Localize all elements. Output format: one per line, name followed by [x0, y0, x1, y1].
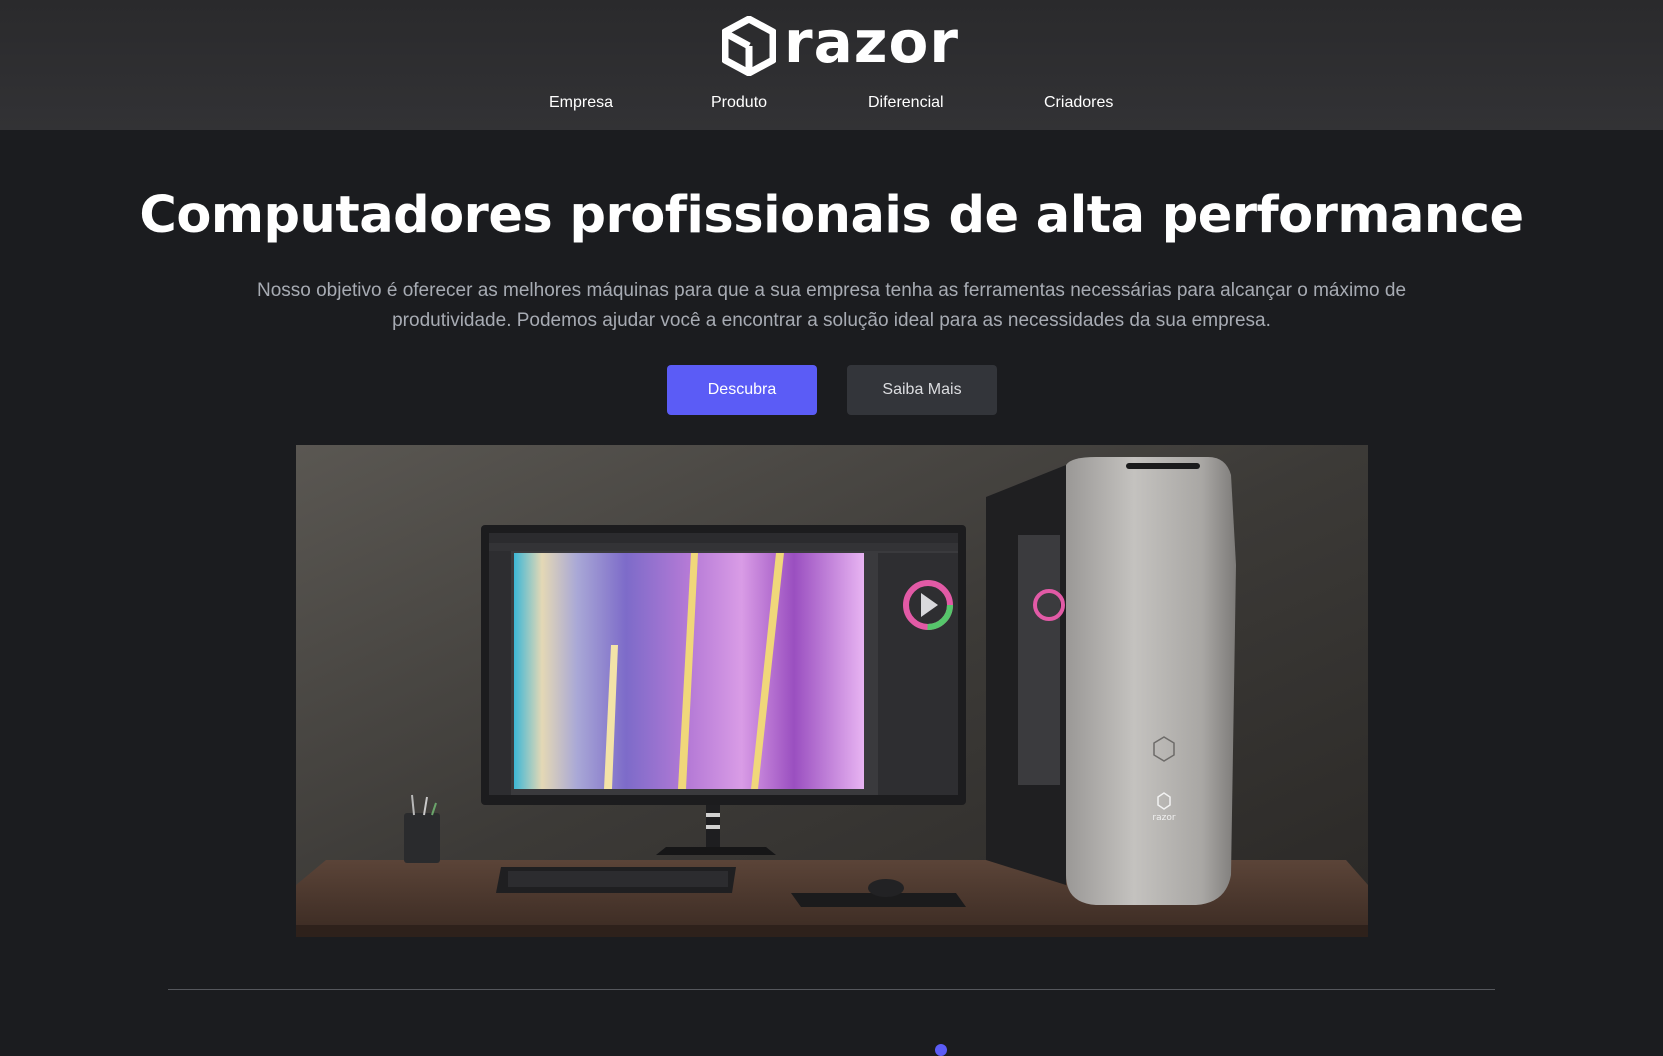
site-header: razor Empresa Produto Diferencial Criado… — [0, 0, 1663, 130]
hero-image: razor — [296, 445, 1368, 937]
nav-item-diferencial[interactable]: Diferencial — [868, 92, 944, 114]
hero-description: Nosso objetivo é oferecer as melhores má… — [256, 280, 1407, 331]
nav-item-criadores[interactable]: Criadores — [1044, 92, 1113, 114]
section-divider — [168, 989, 1495, 990]
brand-logo[interactable]: razor — [722, 12, 959, 76]
nav-item-produto[interactable]: Produto — [711, 92, 767, 114]
discover-button[interactable]: Descubra — [667, 365, 817, 415]
brand-name: razor — [784, 8, 959, 76]
hexagon-cube-icon — [722, 16, 776, 76]
hero-title: Computadores profissionais de alta perfo… — [139, 186, 1524, 245]
learn-more-button[interactable]: Saiba Mais — [847, 365, 997, 415]
main-nav: Empresa Produto Diferencial Criadores — [0, 92, 1663, 114]
case-brand-text: razor — [1152, 813, 1175, 823]
carousel-indicator-dot[interactable] — [935, 1044, 947, 1056]
nav-item-empresa[interactable]: Empresa — [549, 92, 613, 114]
